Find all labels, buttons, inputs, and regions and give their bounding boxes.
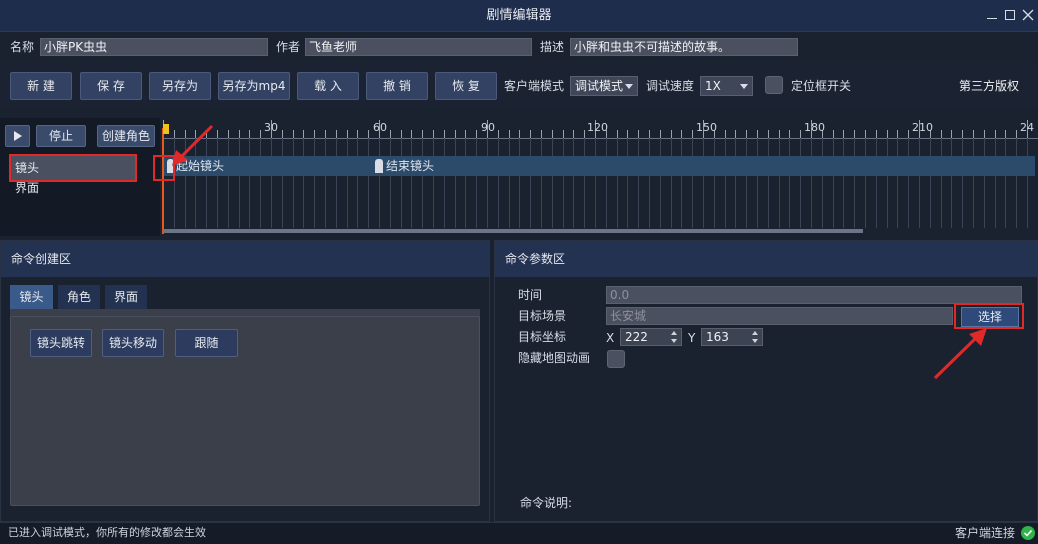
chevron-down-icon — [740, 84, 748, 89]
time-label: 时间 — [518, 288, 543, 302]
undo-button[interactable]: 撤 销 — [366, 72, 428, 100]
maximize-button[interactable] — [1001, 6, 1019, 24]
y-value: 163 — [706, 330, 729, 344]
target-coord-label: 目标坐标 — [518, 330, 567, 344]
locator-toggle-label: 定位框开关 — [791, 79, 852, 93]
debug-speed-label: 调试速度 — [646, 79, 695, 93]
play-icon — [14, 131, 22, 141]
play-button[interactable] — [5, 125, 30, 147]
locator-toggle-checkbox[interactable] — [765, 76, 783, 94]
minimize-button[interactable] — [983, 6, 1001, 24]
new-button[interactable]: 新 建 — [10, 72, 72, 100]
tick-label: 30 — [264, 121, 278, 134]
camera-move-button[interactable]: 镜头移动 — [102, 329, 164, 357]
load-button[interactable]: 载 入 — [297, 72, 359, 100]
author-label: 作者 — [276, 40, 301, 54]
annotation-arrow-icon — [172, 124, 214, 166]
name-label: 名称 — [10, 40, 35, 54]
author-field[interactable]: 飞鱼老师 — [305, 38, 532, 56]
redo-button[interactable]: 恢 复 — [435, 72, 497, 100]
debug-speed-value: 1X — [705, 79, 721, 93]
camera-track-bar[interactable] — [163, 156, 1035, 176]
event-end-camera[interactable]: 结束镜头 — [386, 158, 434, 174]
follow-button[interactable]: 跟随 — [175, 329, 238, 357]
time-field[interactable]: 0.0 — [606, 286, 1022, 304]
tab-camera[interactable]: 镜头 — [10, 285, 53, 309]
chevron-down-icon — [625, 84, 633, 89]
tick-label: 120 — [587, 121, 608, 134]
command-create-header: 命令创建区 — [1, 241, 489, 277]
save-as-button[interactable]: 另存为 — [149, 72, 211, 100]
tick-label: 210 — [912, 121, 933, 134]
create-role-button[interactable]: 创建角色 — [97, 125, 155, 147]
tick-label: 90 — [481, 121, 495, 134]
track-label-ui[interactable]: 界面 — [15, 180, 39, 196]
spin-arrows-icon[interactable] — [671, 330, 679, 344]
spin-arrows-icon[interactable] — [752, 330, 760, 344]
tick-label: 60 — [373, 121, 387, 134]
annotation-arrow-icon — [933, 328, 987, 380]
x-value: 222 — [625, 330, 648, 344]
keyframe-marker-icon[interactable] — [375, 159, 383, 173]
minimize-icon — [987, 18, 997, 19]
debug-speed-select[interactable]: 1X — [700, 76, 753, 96]
command-description-label: 命令说明: — [520, 496, 573, 510]
tab-role[interactable]: 角色 — [58, 285, 100, 309]
stop-button[interactable]: 停止 — [36, 125, 86, 147]
x-label: X — [606, 331, 615, 345]
hide-map-anim-checkbox[interactable] — [607, 350, 625, 368]
camera-jump-button[interactable]: 镜头跳转 — [30, 329, 92, 357]
grid-lines — [163, 138, 1028, 228]
y-stepper[interactable]: 163 — [701, 328, 763, 346]
client-mode-label: 客户端模式 — [504, 79, 565, 93]
annotation-box-track — [9, 154, 137, 182]
description-label: 描述 — [540, 40, 565, 54]
client-mode-select[interactable]: 调试模式 — [570, 76, 638, 96]
save-as-mp4-button[interactable]: 另存为mp4 — [218, 72, 290, 100]
tick-label: 150 — [696, 121, 717, 134]
description-field[interactable]: 小胖和虫虫不可描述的故事。 — [570, 38, 798, 56]
connected-check-icon — [1021, 526, 1035, 540]
target-scene-label: 目标场景 — [518, 309, 567, 323]
timeline-scrollbar[interactable] — [163, 229, 863, 233]
tick-label: 180 — [804, 121, 825, 134]
tick-label: 24 — [1020, 121, 1034, 134]
close-button[interactable] — [1019, 6, 1037, 24]
hide-map-anim-label: 隐藏地图动画 — [518, 351, 591, 365]
name-field[interactable]: 小胖PK虫虫 — [40, 38, 268, 56]
client-connection-label: 客户端连接 — [955, 526, 1016, 540]
maximize-icon — [1005, 10, 1015, 20]
target-scene-field[interactable]: 长安城 — [606, 307, 953, 325]
close-icon — [1022, 9, 1034, 21]
client-mode-value: 调试模式 — [575, 79, 624, 93]
save-button[interactable]: 保 存 — [80, 72, 142, 100]
y-label: Y — [688, 331, 696, 345]
tab-ui[interactable]: 界面 — [105, 285, 147, 309]
copyright-link[interactable]: 第三方版权 — [959, 77, 1019, 95]
status-message: 已进入调试模式，你所有的修改都会生效 — [8, 526, 206, 539]
x-stepper[interactable]: 222 — [620, 328, 682, 346]
command-params-header: 命令参数区 — [495, 241, 1037, 277]
window-title: 剧情编辑器 — [486, 8, 552, 23]
